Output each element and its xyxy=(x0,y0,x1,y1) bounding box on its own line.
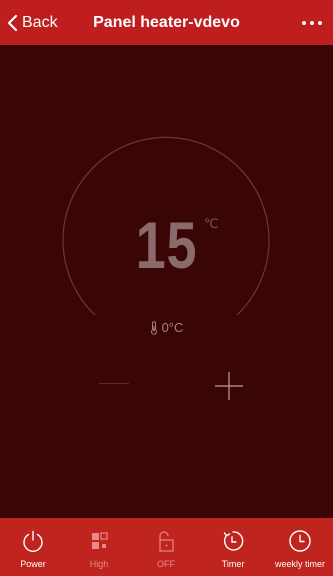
plus-icon xyxy=(215,372,243,400)
app-screen: Back Panel heater-vdevo 15 ℃ 0°C Power H… xyxy=(0,0,333,576)
back-button[interactable]: Back xyxy=(6,10,58,36)
mode-button[interactable]: High xyxy=(66,518,132,576)
decrease-temperature-button[interactable] xyxy=(94,369,134,399)
increase-temperature-button[interactable] xyxy=(212,369,246,403)
mode-icon xyxy=(92,532,108,549)
page-title: Panel heater-vdevo xyxy=(93,14,240,31)
timer-button[interactable]: Timer xyxy=(200,518,266,576)
current-temperature-value: 0°C xyxy=(161,320,184,335)
power-button[interactable]: Power xyxy=(0,518,66,576)
timer-label: Timer xyxy=(221,559,245,569)
more-button[interactable] xyxy=(299,12,325,34)
power-icon xyxy=(23,530,43,552)
back-label: Back xyxy=(22,14,58,31)
set-temperature-value: 15 xyxy=(135,208,198,282)
minus-icon xyxy=(99,383,129,384)
weekly-timer-label: weekly timer xyxy=(274,559,325,569)
clock-icon xyxy=(289,530,311,552)
bottom-toolbar: Power High OFF Timer weekly timer xyxy=(0,518,333,576)
timer-icon xyxy=(223,531,244,551)
header-bar: Back Panel heater-vdevo xyxy=(0,0,333,45)
thermometer-icon xyxy=(150,321,157,335)
chevron-left-icon xyxy=(7,14,18,32)
weekly-timer-button[interactable]: weekly timer xyxy=(267,518,333,576)
child-lock-button[interactable]: OFF xyxy=(133,518,199,576)
thermostat-panel: 15 ℃ 0°C xyxy=(0,45,333,518)
set-temperature-unit: ℃ xyxy=(204,216,219,231)
more-icon xyxy=(302,21,322,25)
current-temperature: 0°C xyxy=(0,321,333,335)
mode-label: High xyxy=(89,559,109,569)
child-lock-label: OFF xyxy=(157,559,175,569)
lock-icon xyxy=(159,531,174,552)
power-label: Power xyxy=(20,559,46,569)
